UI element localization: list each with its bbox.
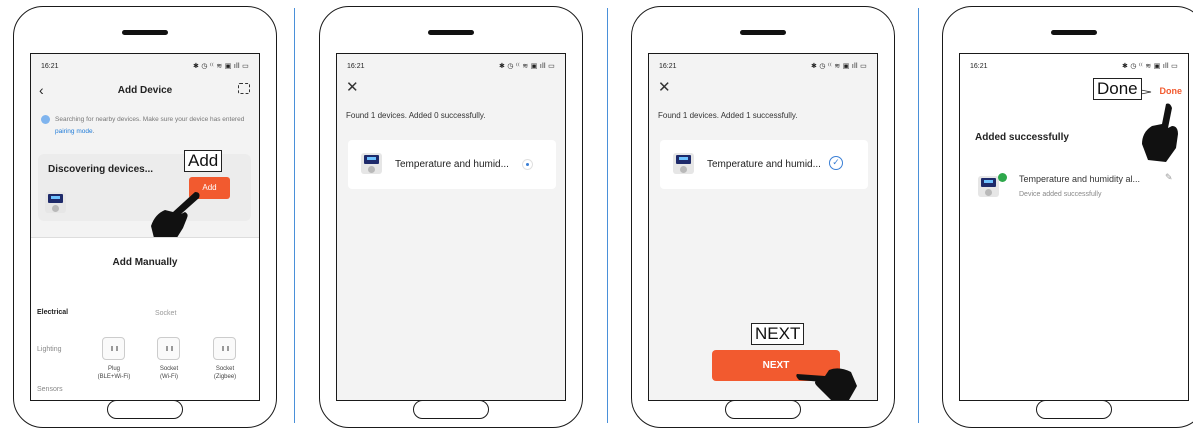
- pointing-hand-icon: [796, 368, 857, 400]
- device-thumbnail: [45, 192, 66, 213]
- found-status-text: Found 1 devices. Added 0 successfully.: [346, 111, 486, 120]
- status-time: 16:21: [970, 63, 988, 70]
- category-sensors[interactable]: Sensors: [37, 386, 63, 393]
- close-icon[interactable]: ✕: [658, 78, 671, 96]
- status-icons: ✱ ◷ ⁽⁽ ≋ ▣ ıll ▭: [192, 63, 249, 70]
- screen-add-device: 16:21 ✱ ◷ ⁽⁽ ≋ ▣ ıll ▭ ‹ Add Device Sear…: [30, 53, 260, 401]
- pairing-mode-link[interactable]: pairing mode: [55, 128, 93, 135]
- device-name: Temperature and humid...: [707, 159, 821, 170]
- device-name: Temperature and humid...: [395, 159, 509, 170]
- loading-icon: [41, 115, 50, 124]
- status-icons: ✱ ◷ ⁽⁽ ≋ ▣ ıll ▭: [1121, 63, 1178, 70]
- device-thumbnail: [978, 176, 999, 197]
- loading-spinner-icon: [522, 159, 533, 170]
- status-bar: 16:21 ✱ ◷ ⁽⁽ ≋ ▣ ıll ▭: [649, 63, 877, 73]
- status-icons: ✱ ◷ ⁽⁽ ≋ ▣ ıll ▭: [810, 63, 867, 70]
- success-badge-icon: [998, 173, 1007, 182]
- screen-done: 16:21 ✱ ◷ ⁽⁽ ≋ ▣ ıll ▭ Done Done Added s…: [959, 53, 1189, 401]
- screen-adding: 16:21 ✱ ◷ ⁽⁽ ≋ ▣ ıll ▭ ✕ Found 1 devices…: [336, 53, 566, 401]
- category-lighting[interactable]: Lighting: [37, 346, 62, 353]
- found-status-text: Found 1 devices. Added 1 successfully.: [658, 111, 798, 120]
- check-icon: ✓: [829, 156, 843, 170]
- search-info-text: Searching for nearby devices. Make sure …: [55, 114, 255, 138]
- panel-divider: [607, 8, 608, 423]
- socket-header: Socket: [155, 310, 177, 317]
- home-button: [107, 400, 183, 419]
- status-time: 16:21: [41, 63, 59, 70]
- phone-step-2: 16:21 ✱ ◷ ⁽⁽ ≋ ▣ ıll ▭ ✕ Found 1 devices…: [319, 6, 583, 428]
- device-name: Temperature and humidity al...: [1019, 174, 1141, 184]
- status-time: 16:21: [659, 63, 677, 70]
- socket-wifi-icon[interactable]: [157, 337, 180, 360]
- phone-step-1: 16:21 ✱ ◷ ⁽⁽ ≋ ▣ ıll ▭ ‹ Add Device Sear…: [13, 6, 277, 428]
- info-text: Searching for nearby devices. Make sure …: [55, 116, 245, 123]
- panel-divider: [294, 8, 295, 423]
- status-bar: 16:21 ✱ ◷ ⁽⁽ ≋ ▣ ıll ▭: [960, 63, 1188, 73]
- product-label-socket-zigbee[interactable]: Socket (Zigbee): [200, 365, 250, 381]
- close-icon[interactable]: ✕: [346, 78, 359, 96]
- phone-step-4: 16:21 ✱ ◷ ⁽⁽ ≋ ▣ ıll ▭ Done Done Added s…: [942, 6, 1193, 428]
- divider-line: [31, 237, 259, 238]
- info-end: .: [92, 128, 95, 135]
- category-electrical[interactable]: Electrical: [37, 309, 68, 316]
- done-callout: Done: [1093, 78, 1142, 100]
- page-title: Add Device: [117, 85, 173, 96]
- scan-icon[interactable]: [238, 83, 250, 94]
- product-label-socket-wifi[interactable]: Socket (Wi-Fi): [144, 365, 194, 381]
- status-bar: 16:21 ✱ ◷ ⁽⁽ ≋ ▣ ıll ▭: [337, 63, 565, 73]
- home-button: [1036, 400, 1112, 419]
- edit-icon[interactable]: ✎: [1165, 172, 1173, 183]
- product-label-plug[interactable]: Plug (BLE+Wi-Fi): [89, 365, 139, 381]
- speaker: [740, 30, 786, 35]
- status-icons: ✱ ◷ ⁽⁽ ≋ ▣ ıll ▭: [498, 63, 555, 70]
- device-thumbnail: [361, 153, 382, 174]
- speaker: [428, 30, 474, 35]
- done-button[interactable]: Done: [1160, 86, 1183, 96]
- device-status-text: Device added successfully: [1019, 191, 1102, 198]
- socket-zigbee-icon[interactable]: [213, 337, 236, 360]
- added-successfully-title: Added successfully: [975, 132, 1069, 143]
- status-bar: 16:21 ✱ ◷ ⁽⁽ ≋ ▣ ıll ▭: [31, 63, 259, 73]
- home-button: [725, 400, 801, 419]
- plug-icon[interactable]: [102, 337, 125, 360]
- pointing-hand-icon: [1142, 103, 1178, 162]
- speaker: [1051, 30, 1097, 35]
- callout-arrow: [1141, 89, 1152, 95]
- status-time: 16:21: [347, 63, 365, 70]
- add-manually-title: Add Manually: [112, 257, 178, 268]
- panel-divider: [918, 8, 919, 423]
- speaker: [122, 30, 168, 35]
- screen-added: 16:21 ✱ ◷ ⁽⁽ ≋ ▣ ıll ▭ ✕ Found 1 devices…: [648, 53, 878, 401]
- next-callout: NEXT: [751, 323, 805, 345]
- phone-step-3: 16:21 ✱ ◷ ⁽⁽ ≋ ▣ ıll ▭ ✕ Found 1 devices…: [631, 6, 895, 428]
- device-thumbnail: [673, 153, 694, 174]
- add-callout: Add: [184, 150, 223, 172]
- discovering-title: Discovering devices...: [48, 164, 154, 175]
- home-button: [413, 400, 489, 419]
